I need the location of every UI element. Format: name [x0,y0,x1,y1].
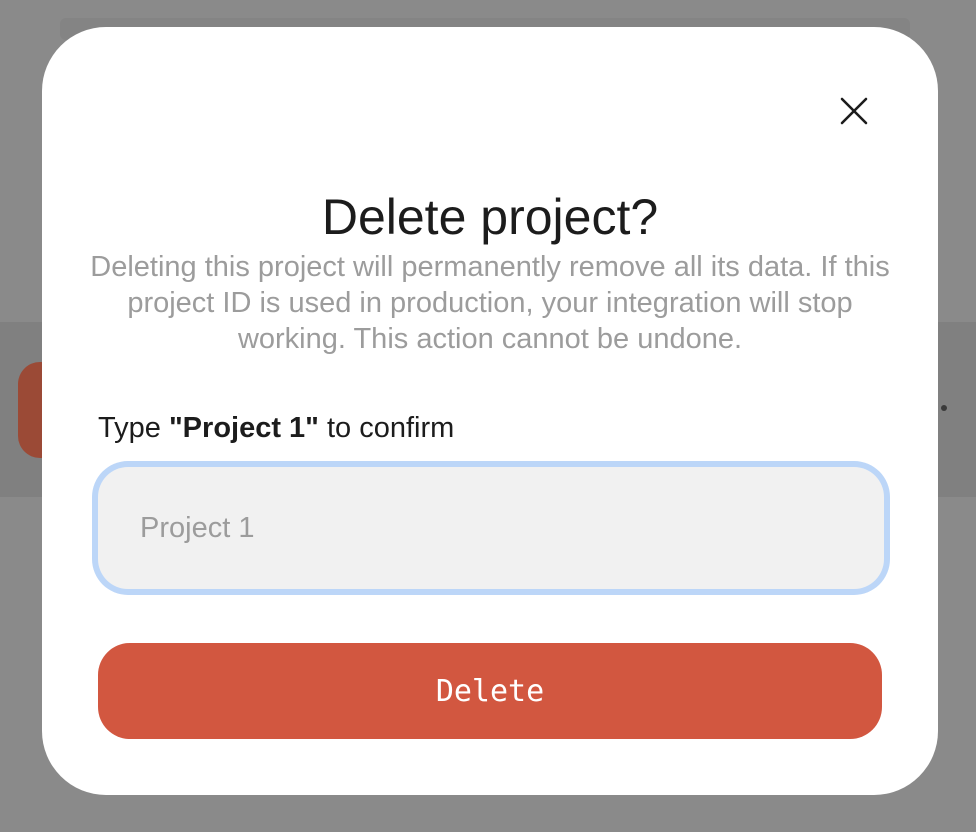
confirm-label: Type "Project 1" to confirm [98,410,454,446]
delete-button[interactable]: Delete [98,643,882,739]
close-button[interactable] [836,93,872,129]
confirm-label-prefix: Type [98,412,169,444]
confirm-project-name-input[interactable] [98,467,884,589]
delete-project-dialog: Delete project? Deleting this project wi… [42,27,938,795]
dialog-description: Deleting this project will permanently r… [90,251,890,355]
confirm-input-focus-ring [92,461,890,595]
close-icon [840,97,868,125]
background-menu-dot [941,405,947,411]
dialog-title: Delete project? [321,189,659,245]
confirm-label-project-name: "Project 1" [168,412,319,444]
confirm-label-suffix: to confirm [318,412,455,444]
